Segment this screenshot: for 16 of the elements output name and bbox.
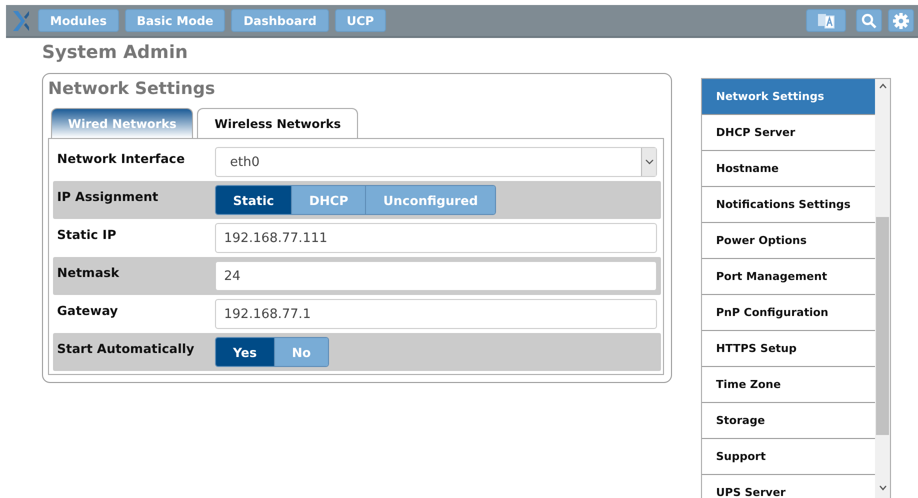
page-title: System Admin xyxy=(42,41,189,65)
tab[interactable]: Wireless Networks xyxy=(197,108,358,138)
input-field[interactable]: 192.168.77.1 xyxy=(215,299,657,329)
field-label: IP Assignment xyxy=(57,188,160,204)
field-label: Network Interface xyxy=(57,150,186,166)
menu-item[interactable]: Network Settings xyxy=(702,79,875,115)
field-label: Gateway xyxy=(57,302,119,318)
panel-title: Network Settings xyxy=(48,78,216,100)
input-field[interactable]: 24 xyxy=(215,261,657,291)
input-field[interactable]: 192.168.77.111 xyxy=(215,223,657,253)
dropdown[interactable]: eth0 xyxy=(215,147,657,177)
field-label: Static IP xyxy=(57,226,118,242)
toggle-option[interactable]: Static xyxy=(216,186,292,214)
field-label: Start Automatically xyxy=(57,340,196,356)
toggle-option[interactable]: Yes xyxy=(216,338,274,366)
field-label: Netmask xyxy=(57,264,120,280)
